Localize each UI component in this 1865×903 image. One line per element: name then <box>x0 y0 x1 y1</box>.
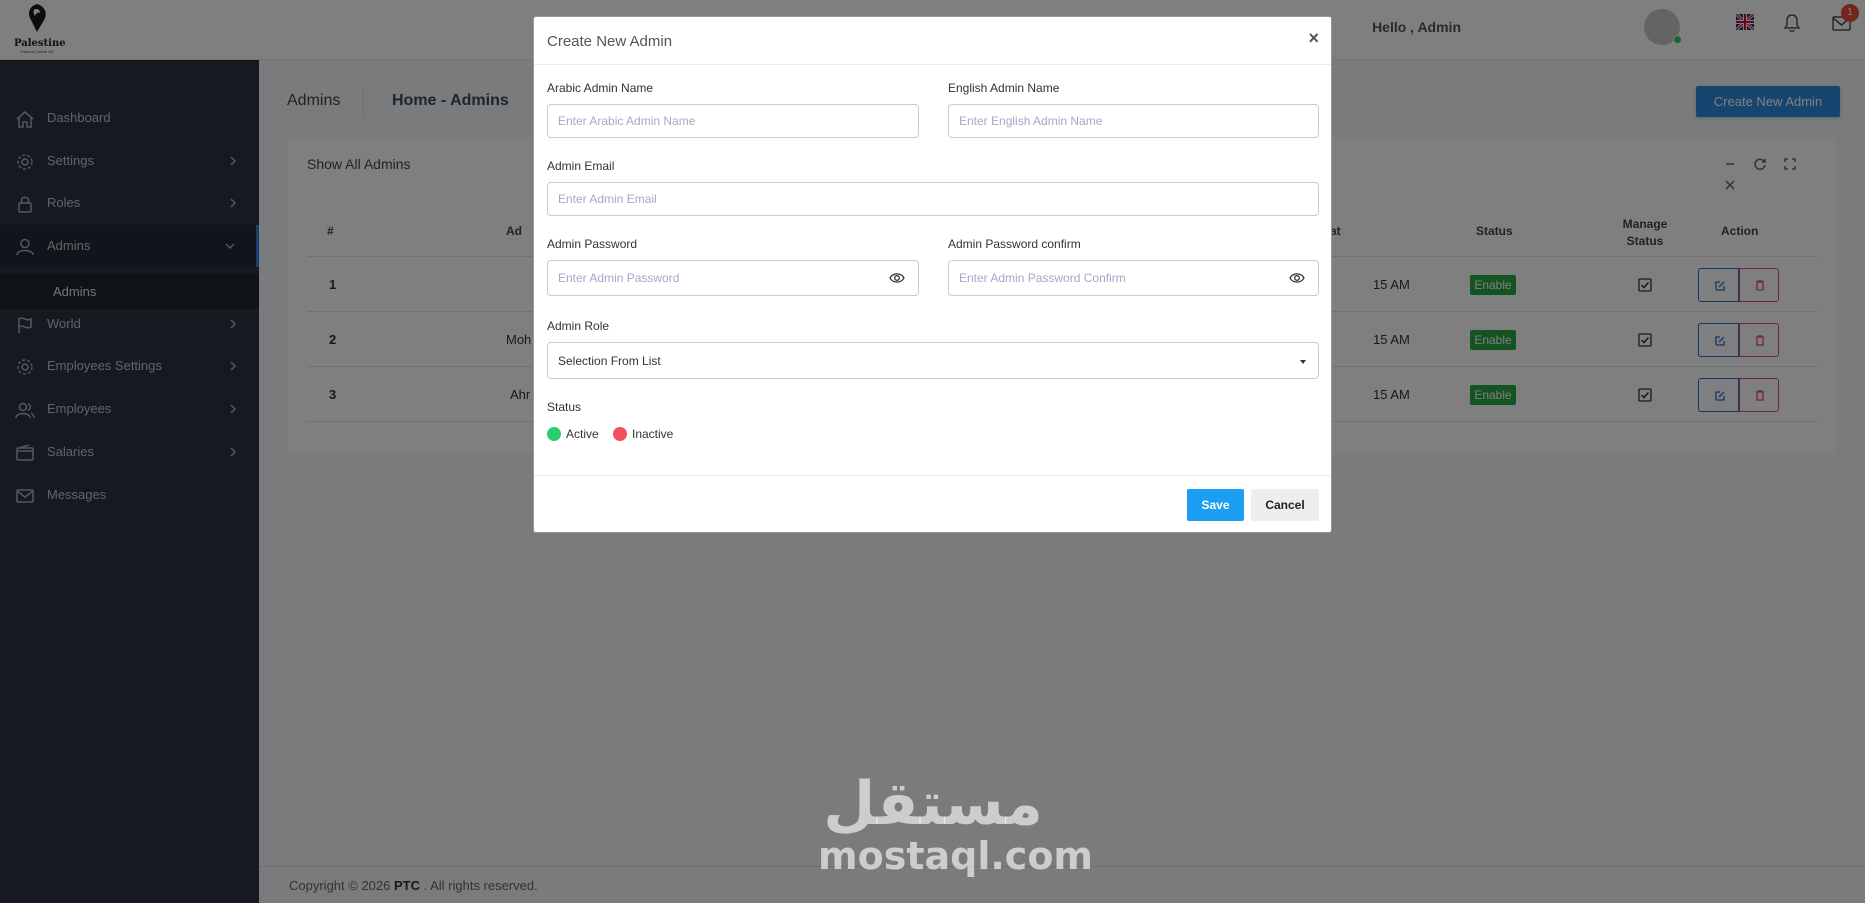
cancel-button[interactable]: Cancel <box>1251 489 1319 521</box>
password-label: Admin Password <box>547 237 638 251</box>
eye-icon <box>1289 273 1305 283</box>
status-inactive-label: Inactive <box>632 427 674 441</box>
watermark-arabic: مستقل <box>823 769 1043 839</box>
inactive-dot <box>613 427 627 441</box>
status-active-label: Active <box>566 427 599 441</box>
active-dot <box>547 427 561 441</box>
arabic-name-label: Arabic Admin Name <box>547 81 654 95</box>
english-name-input[interactable] <box>948 104 1319 138</box>
english-name-label: English Admin Name <box>948 81 1060 95</box>
status-inactive-radio[interactable]: Inactive <box>613 426 683 442</box>
modal-footer-divider <box>534 475 1331 476</box>
create-admin-modal: Create New Admin × Arabic Admin Name Eng… <box>533 16 1332 533</box>
role-select-value: Selection From List <box>558 354 661 368</box>
save-button[interactable]: Save <box>1187 489 1244 521</box>
watermark: مستقل mostaql.com <box>818 769 1094 878</box>
eye-icon <box>889 273 905 283</box>
caret-down-icon <box>1300 360 1306 364</box>
role-label: Admin Role <box>547 319 610 333</box>
close-icon[interactable]: × <box>1308 29 1319 47</box>
password-input[interactable] <box>547 260 877 296</box>
modal-title: Create New Admin <box>547 33 673 50</box>
show-password-confirm-button[interactable] <box>1276 260 1319 296</box>
password-confirm-label: Admin Password confirm <box>948 237 1081 251</box>
show-password-button[interactable] <box>876 260 919 296</box>
role-select[interactable]: Selection From List <box>547 342 1319 379</box>
modal-header: Create New Admin × <box>534 17 1331 65</box>
email-input[interactable] <box>547 182 1319 216</box>
email-label: Admin Email <box>547 159 615 173</box>
status-active-radio[interactable]: Active <box>547 426 607 442</box>
status-label: Status <box>547 400 582 414</box>
watermark-latin: mostaql.com <box>818 834 1094 878</box>
password-confirm-input[interactable] <box>948 260 1277 296</box>
arabic-name-input[interactable] <box>547 104 919 138</box>
